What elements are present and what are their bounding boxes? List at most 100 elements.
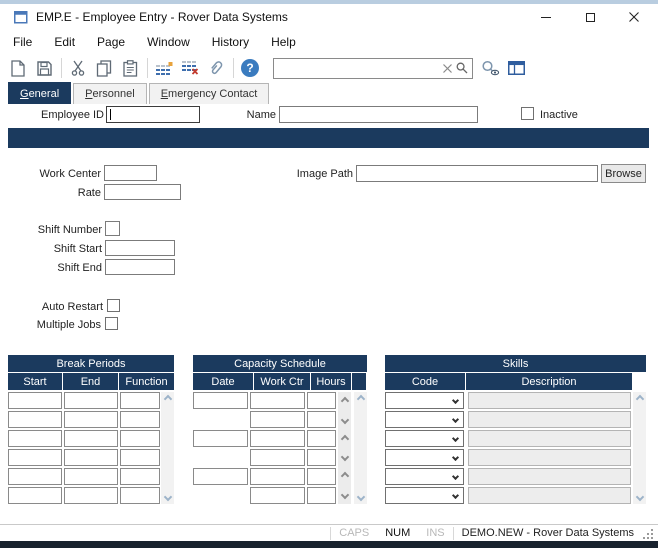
work-center-input[interactable] bbox=[104, 165, 157, 181]
multiple-jobs-checkbox[interactable] bbox=[105, 317, 118, 330]
end-cell[interactable] bbox=[64, 487, 118, 504]
scroll-down-icon[interactable] bbox=[635, 493, 643, 501]
scroll-up-icon[interactable] bbox=[356, 395, 364, 403]
menu-help[interactable]: Help bbox=[263, 32, 304, 52]
scrollbar[interactable] bbox=[161, 392, 174, 504]
layout-icon[interactable] bbox=[505, 57, 527, 79]
scroll-up-icon[interactable] bbox=[340, 472, 348, 480]
scroll-up-icon[interactable] bbox=[635, 395, 643, 403]
scroll-up-icon[interactable] bbox=[340, 397, 348, 405]
start-cell[interactable] bbox=[8, 392, 62, 409]
hours-cell[interactable] bbox=[307, 449, 336, 466]
inactive-checkbox[interactable] bbox=[521, 107, 534, 120]
paste-icon[interactable] bbox=[119, 57, 141, 79]
title-bar[interactable]: EMP.E - Employee Entry - Rover Data Syst… bbox=[0, 4, 658, 30]
hours-cell[interactable] bbox=[307, 430, 336, 447]
name-input[interactable] bbox=[279, 106, 478, 123]
menu-history[interactable]: History bbox=[204, 32, 257, 52]
start-cell[interactable] bbox=[8, 468, 62, 485]
start-cell[interactable] bbox=[8, 411, 62, 428]
scrollbar[interactable] bbox=[633, 392, 646, 504]
code-select[interactable] bbox=[385, 468, 464, 485]
scroll-down-icon[interactable] bbox=[340, 416, 348, 424]
maximize-button[interactable] bbox=[568, 4, 612, 30]
employee-id-input[interactable] bbox=[106, 106, 200, 123]
hours-cell[interactable] bbox=[307, 392, 336, 409]
function-cell[interactable] bbox=[120, 392, 160, 409]
close-button[interactable] bbox=[612, 4, 656, 30]
insert-rows-icon[interactable] bbox=[153, 57, 175, 79]
end-cell[interactable] bbox=[64, 392, 118, 409]
new-document-icon[interactable] bbox=[7, 57, 29, 79]
start-cell[interactable] bbox=[8, 449, 62, 466]
tab-emergency-contact[interactable]: Emergency Contact bbox=[149, 83, 270, 104]
code-select[interactable] bbox=[385, 430, 464, 447]
end-cell[interactable] bbox=[64, 449, 118, 466]
inner-scrollbar[interactable] bbox=[338, 392, 351, 504]
table-row bbox=[8, 430, 160, 447]
end-cell[interactable] bbox=[64, 430, 118, 447]
help-icon[interactable]: ? bbox=[239, 57, 261, 79]
scroll-down-icon[interactable] bbox=[340, 453, 348, 461]
hours-cell[interactable] bbox=[307, 468, 336, 485]
work-ctr-cell[interactable] bbox=[250, 487, 305, 504]
menu-page[interactable]: Page bbox=[89, 32, 133, 52]
date-cell[interactable] bbox=[193, 468, 248, 485]
menu-edit[interactable]: Edit bbox=[46, 32, 83, 52]
toolbar-search-input[interactable] bbox=[278, 62, 439, 74]
function-cell[interactable] bbox=[120, 430, 160, 447]
browse-button[interactable]: Browse bbox=[601, 164, 646, 183]
copy-icon[interactable] bbox=[93, 57, 115, 79]
shift-number-input[interactable] bbox=[105, 221, 120, 236]
menu-window[interactable]: Window bbox=[139, 32, 198, 52]
function-cell[interactable] bbox=[120, 411, 160, 428]
tab-personnel[interactable]: Personnel bbox=[73, 83, 147, 104]
code-select[interactable] bbox=[385, 392, 464, 409]
scrollbar[interactable] bbox=[354, 392, 367, 504]
shift-end-input[interactable] bbox=[105, 259, 175, 275]
hours-cell[interactable] bbox=[307, 487, 336, 504]
minimize-button[interactable] bbox=[524, 4, 568, 30]
menu-file[interactable]: File bbox=[5, 32, 40, 52]
work-ctr-cell[interactable] bbox=[250, 468, 305, 485]
scroll-up-icon[interactable] bbox=[340, 434, 348, 442]
date-cell[interactable] bbox=[193, 430, 248, 447]
work-ctr-cell[interactable] bbox=[250, 392, 305, 409]
code-select[interactable] bbox=[385, 487, 464, 504]
date-cell[interactable] bbox=[193, 392, 248, 409]
work-ctr-cell[interactable] bbox=[250, 449, 305, 466]
resize-grip[interactable] bbox=[642, 526, 656, 540]
start-cell[interactable] bbox=[8, 430, 62, 447]
tab-general[interactable]: General bbox=[8, 82, 71, 104]
shift-start-input[interactable] bbox=[105, 240, 175, 256]
code-select[interactable] bbox=[385, 411, 464, 428]
work-ctr-cell[interactable] bbox=[250, 430, 305, 447]
code-select[interactable] bbox=[385, 449, 464, 466]
preview-icon[interactable] bbox=[479, 57, 501, 79]
chevron-down-icon bbox=[452, 416, 459, 423]
work-ctr-cell[interactable] bbox=[250, 411, 305, 428]
auto-restart-checkbox[interactable] bbox=[107, 299, 120, 312]
rate-input[interactable] bbox=[104, 184, 181, 200]
function-cell[interactable] bbox=[120, 487, 160, 504]
hours-cell[interactable] bbox=[307, 411, 336, 428]
save-icon[interactable] bbox=[33, 57, 55, 79]
end-cell[interactable] bbox=[64, 468, 118, 485]
scroll-down-icon[interactable] bbox=[356, 493, 364, 501]
clear-search-icon[interactable] bbox=[443, 64, 452, 73]
image-path-input[interactable] bbox=[356, 165, 598, 182]
scroll-up-icon[interactable] bbox=[163, 395, 171, 403]
function-cell[interactable] bbox=[120, 468, 160, 485]
toolbar: ? bbox=[0, 54, 658, 82]
delete-rows-icon[interactable] bbox=[179, 57, 201, 79]
attachment-icon[interactable] bbox=[205, 57, 227, 79]
start-cell[interactable] bbox=[8, 487, 62, 504]
description-cell bbox=[468, 392, 631, 409]
scroll-down-icon[interactable] bbox=[340, 490, 348, 498]
search-icon[interactable] bbox=[456, 62, 468, 74]
function-cell[interactable] bbox=[120, 449, 160, 466]
scroll-down-icon[interactable] bbox=[163, 493, 171, 501]
end-cell[interactable] bbox=[64, 411, 118, 428]
table-row bbox=[8, 449, 160, 466]
cut-icon[interactable] bbox=[67, 57, 89, 79]
